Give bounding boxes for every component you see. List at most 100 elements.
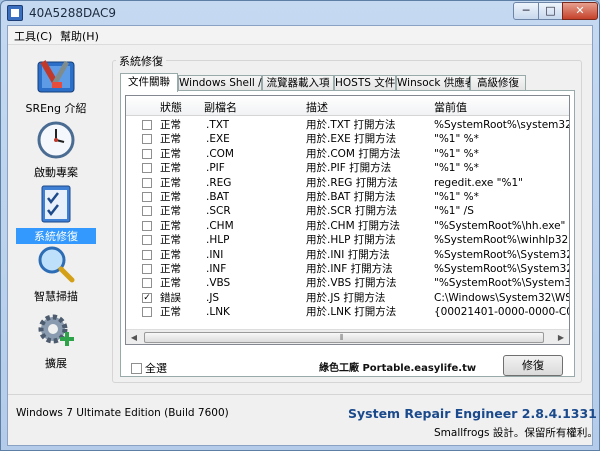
row-checkbox[interactable]: [142, 206, 152, 217]
tab-file-association[interactable]: 文件關聯: [120, 73, 178, 92]
row-status: 錯誤: [160, 291, 181, 304]
sidebar-item-sreng-intro[interactable]: SREng 介紹: [16, 56, 96, 116]
sidebar-item-extensions[interactable]: 擴展: [16, 311, 96, 371]
row-extension: .INI: [206, 248, 224, 261]
row-status: 正常: [160, 176, 181, 189]
sidebar-item-label: 擴展: [45, 357, 67, 370]
row-checkbox[interactable]: [142, 120, 152, 130]
row-description: 用於.BAT 打開方法: [306, 191, 396, 203]
row-current-value: "%SystemRoot%\hh.exe" %1: [434, 219, 569, 232]
maximize-button[interactable]: □: [538, 2, 563, 20]
table-row[interactable]: 正常 .REG 用於.REG 打開方法 regedit.exe "%1": [126, 176, 569, 190]
row-description: 用於.JS 打開方法: [306, 291, 386, 304]
row-description: 用於.INF 打開方法: [306, 263, 393, 275]
row-status: 正常: [160, 119, 181, 131]
sidebar-item-label: SREng 介紹: [25, 102, 87, 115]
row-checkbox[interactable]: ✓: [142, 292, 152, 303]
checklist-icon: [41, 185, 71, 223]
table-row[interactable]: 正常 .PIF 用於.PIF 打開方法 "%1" %*: [126, 161, 569, 175]
minimize-button[interactable]: ─: [513, 2, 539, 20]
tab-hosts-file[interactable]: HOSTS 文件: [334, 75, 396, 91]
status-bar: Windows 7 Ultimate Edition (Build 7600) …: [8, 394, 598, 446]
table-row[interactable]: 正常 .VBS 用於.VBS 打開方法 "%SystemRoot%\System32\…: [126, 276, 569, 290]
copyright: Smallfrogs 設計。保留所有權利。: [434, 427, 598, 439]
fix-button[interactable]: 修復: [503, 355, 563, 376]
row-checkbox[interactable]: [142, 264, 152, 274]
table-row[interactable]: 正常 .SCR 用於.SCR 打開方法 "%1" /S: [126, 204, 569, 218]
row-status: 正常: [160, 234, 181, 247]
row-extension: .VBS: [206, 277, 231, 290]
product-name: System Repair Engineer 2.8.4.1331: [348, 406, 597, 421]
tab-browser-addons[interactable]: 流覽器載入項: [262, 75, 334, 91]
sidebar-item-smart-scan[interactable]: 智慧掃描: [16, 244, 96, 304]
row-extension: .REG: [206, 176, 232, 189]
row-checkbox[interactable]: [142, 177, 152, 188]
row-checkbox[interactable]: [142, 163, 152, 174]
gear-plus-icon: [38, 314, 74, 346]
menu-tools[interactable]: 工具(C): [14, 28, 52, 44]
row-checkbox[interactable]: [142, 278, 152, 289]
close-button[interactable]: ✕: [562, 2, 598, 20]
select-all-label: 全選: [145, 362, 167, 375]
row-checkbox[interactable]: [142, 235, 152, 246]
row-extension: .JS: [206, 291, 220, 304]
tab-advanced-repair[interactable]: 高級修復: [470, 75, 526, 91]
menu-help[interactable]: 幫助(H): [60, 28, 99, 44]
scroll-thumb[interactable]: ⦀: [144, 332, 544, 343]
sidebar-item-system-repair[interactable]: 系統修復: [16, 184, 96, 244]
row-checkbox[interactable]: [142, 307, 152, 318]
association-list[interactable]: 狀態 副檔名 描述 當前值 正常 .TXT 用於.TXT 打開方法 %SystemRo…: [125, 95, 570, 345]
table-row[interactable]: 正常 .INF 用於.INF 打開方法 %SystemRoot%\System32\N…: [126, 262, 569, 276]
table-row[interactable]: 正常 .INI 用於.INI 打開方法 %SystemRoot%\System32\N…: [126, 248, 569, 262]
row-status: 正常: [160, 263, 181, 275]
row-status: 正常: [160, 219, 181, 232]
table-row[interactable]: 正常 .CHM 用於.CHM 打開方法 "%SystemRoot%\hh.exe" %…: [126, 219, 569, 233]
table-row[interactable]: ✓ 錯誤 .JS 用於.JS 打開方法 C:\Windows\System32\WScr…: [126, 291, 569, 305]
sidebar-item-label: 智慧掃描: [34, 290, 78, 303]
row-current-value: {00021401-0000-0000-C000-00: [434, 306, 569, 319]
select-all-checkbox[interactable]: 全選: [131, 360, 167, 376]
row-checkbox[interactable]: [142, 192, 152, 202]
table-row[interactable]: 正常 .LNK 用於.LNK 打開方法 {00021401-0000-0000-C00…: [126, 305, 569, 319]
row-checkbox[interactable]: [142, 148, 152, 159]
row-current-value: %SystemRoot%\winhlp32.exe: [434, 234, 569, 247]
table-row[interactable]: 正常 .EXE 用於.EXE 打開方法 "%1" %*: [126, 132, 569, 146]
row-checkbox[interactable]: [142, 134, 152, 145]
row-status: 正常: [160, 306, 181, 319]
row-description: 用於.REG 打開方法: [306, 176, 398, 189]
table-row[interactable]: 正常 .BAT 用於.BAT 打開方法 "%1" %*: [126, 190, 569, 204]
tab-windows-shell-ie[interactable]: Windows Shell / IE: [178, 75, 275, 91]
scroll-left-icon[interactable]: ◀: [126, 330, 142, 344]
os-info: Windows 7 Ultimate Edition (Build 7600): [16, 407, 229, 419]
row-description: 用於.PIF 打開方法: [306, 162, 392, 175]
row-status: 正常: [160, 248, 181, 261]
row-status: 正常: [160, 205, 181, 218]
row-extension: .INF: [206, 263, 227, 275]
checkbox-icon: [131, 363, 142, 374]
column-header-extension[interactable]: 副檔名: [204, 99, 237, 115]
row-current-value: C:\Windows\System32\WScript.: [434, 291, 569, 304]
row-extension: .EXE: [206, 133, 230, 146]
tab-winsock-providers[interactable]: Winsock 供應者: [396, 75, 475, 91]
horizontal-scrollbar[interactable]: ◀ ⦀ ▶: [126, 329, 569, 344]
sidebar-item-startup[interactable]: 啟動專案: [16, 120, 96, 180]
column-header-status[interactable]: 狀態: [160, 99, 182, 115]
table-row[interactable]: 正常 .TXT 用於.TXT 打開方法 %SystemRoot%\system32\N…: [126, 118, 569, 132]
row-description: 用於.COM 打開方法: [306, 147, 401, 160]
table-row[interactable]: 正常 .COM 用於.COM 打開方法 "%1" %*: [126, 147, 569, 161]
title-bar[interactable]: 40A5288DAC9 ─ □ ✕: [1, 1, 599, 25]
row-status: 正常: [160, 133, 181, 146]
column-header-current-value[interactable]: 當前值: [434, 99, 467, 115]
row-description: 用於.INI 打開方法: [306, 248, 390, 261]
row-description: 用於.CHM 打開方法: [306, 219, 400, 232]
grip-icon: ⦀: [340, 333, 344, 342]
row-current-value: "%1" %*: [434, 133, 479, 146]
row-checkbox[interactable]: [142, 220, 152, 231]
table-row[interactable]: 正常 .HLP 用於.HLP 打開方法 %SystemRoot%\winhlp32.e…: [126, 233, 569, 247]
window-title: 40A5288DAC9: [29, 6, 117, 20]
list-header: 狀態 副檔名 描述 當前值: [126, 96, 569, 116]
scroll-right-icon[interactable]: ▶: [553, 330, 569, 344]
row-checkbox[interactable]: [142, 249, 152, 260]
column-header-description[interactable]: 描述: [306, 99, 328, 115]
row-current-value: "%1" /S: [434, 205, 474, 218]
